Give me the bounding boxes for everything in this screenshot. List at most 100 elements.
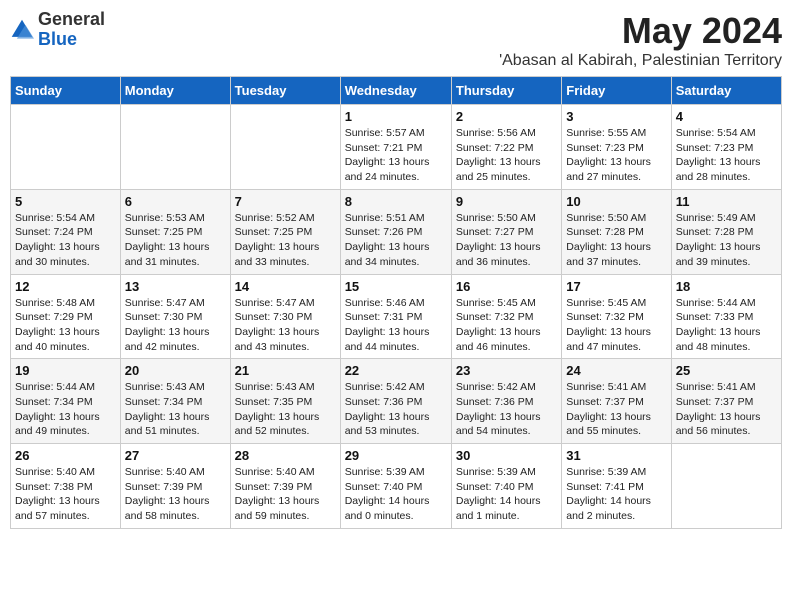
calendar-cell: 18 Sunrise: 5:44 AM Sunset: 7:33 PM Dayl… xyxy=(671,274,781,359)
day-info: Sunrise: 5:50 AM Sunset: 7:28 PM Dayligh… xyxy=(566,211,666,270)
calendar-cell: 10 Sunrise: 5:50 AM Sunset: 7:28 PM Dayl… xyxy=(562,189,671,274)
calendar-cell: 26 Sunrise: 5:40 AM Sunset: 7:38 PM Dayl… xyxy=(11,444,121,529)
day-info: Sunrise: 5:45 AM Sunset: 7:32 PM Dayligh… xyxy=(566,296,666,355)
day-info: Sunrise: 5:54 AM Sunset: 7:23 PM Dayligh… xyxy=(676,126,777,185)
day-info: Sunrise: 5:47 AM Sunset: 7:30 PM Dayligh… xyxy=(125,296,226,355)
day-number: 12 xyxy=(15,279,116,294)
day-info: Sunrise: 5:47 AM Sunset: 7:30 PM Dayligh… xyxy=(235,296,336,355)
day-number: 1 xyxy=(345,109,447,124)
day-info: Sunrise: 5:46 AM Sunset: 7:31 PM Dayligh… xyxy=(345,296,447,355)
calendar-cell: 24 Sunrise: 5:41 AM Sunset: 7:37 PM Dayl… xyxy=(562,359,671,444)
calendar-cell: 15 Sunrise: 5:46 AM Sunset: 7:31 PM Dayl… xyxy=(340,274,451,359)
day-number: 18 xyxy=(676,279,777,294)
calendar-cell: 28 Sunrise: 5:40 AM Sunset: 7:39 PM Dayl… xyxy=(230,444,340,529)
day-number: 30 xyxy=(456,448,557,463)
day-number: 11 xyxy=(676,194,777,209)
day-info: Sunrise: 5:41 AM Sunset: 7:37 PM Dayligh… xyxy=(676,380,777,439)
day-info: Sunrise: 5:40 AM Sunset: 7:39 PM Dayligh… xyxy=(125,465,226,524)
calendar-cell: 20 Sunrise: 5:43 AM Sunset: 7:34 PM Dayl… xyxy=(120,359,230,444)
week-row-3: 12 Sunrise: 5:48 AM Sunset: 7:29 PM Dayl… xyxy=(11,274,782,359)
day-number: 5 xyxy=(15,194,116,209)
week-row-4: 19 Sunrise: 5:44 AM Sunset: 7:34 PM Dayl… xyxy=(11,359,782,444)
day-info: Sunrise: 5:40 AM Sunset: 7:39 PM Dayligh… xyxy=(235,465,336,524)
weekday-header-sunday: Sunday xyxy=(11,77,121,105)
weekday-header-saturday: Saturday xyxy=(671,77,781,105)
day-info: Sunrise: 5:43 AM Sunset: 7:34 PM Dayligh… xyxy=(125,380,226,439)
day-number: 13 xyxy=(125,279,226,294)
day-number: 24 xyxy=(566,363,666,378)
day-number: 22 xyxy=(345,363,447,378)
week-row-1: 1 Sunrise: 5:57 AM Sunset: 7:21 PM Dayli… xyxy=(11,105,782,190)
day-info: Sunrise: 5:44 AM Sunset: 7:33 PM Dayligh… xyxy=(676,296,777,355)
calendar-cell: 19 Sunrise: 5:44 AM Sunset: 7:34 PM Dayl… xyxy=(11,359,121,444)
calendar-cell: 12 Sunrise: 5:48 AM Sunset: 7:29 PM Dayl… xyxy=(11,274,121,359)
day-number: 4 xyxy=(676,109,777,124)
calendar-cell: 21 Sunrise: 5:43 AM Sunset: 7:35 PM Dayl… xyxy=(230,359,340,444)
calendar-cell xyxy=(230,105,340,190)
logo-text: General Blue xyxy=(38,10,105,50)
day-info: Sunrise: 5:39 AM Sunset: 7:40 PM Dayligh… xyxy=(345,465,447,524)
day-info: Sunrise: 5:41 AM Sunset: 7:37 PM Dayligh… xyxy=(566,380,666,439)
day-number: 9 xyxy=(456,194,557,209)
calendar-cell: 14 Sunrise: 5:47 AM Sunset: 7:30 PM Dayl… xyxy=(230,274,340,359)
weekday-header-tuesday: Tuesday xyxy=(230,77,340,105)
day-number: 3 xyxy=(566,109,666,124)
weekday-header-wednesday: Wednesday xyxy=(340,77,451,105)
calendar-cell: 27 Sunrise: 5:40 AM Sunset: 7:39 PM Dayl… xyxy=(120,444,230,529)
title-block: May 2024 'Abasan al Kabirah, Palestinian… xyxy=(499,10,782,70)
calendar-table: SundayMondayTuesdayWednesdayThursdayFrid… xyxy=(10,76,782,529)
page-header: General Blue May 2024 'Abasan al Kabirah… xyxy=(10,10,782,70)
day-number: 28 xyxy=(235,448,336,463)
calendar-cell: 22 Sunrise: 5:42 AM Sunset: 7:36 PM Dayl… xyxy=(340,359,451,444)
day-number: 26 xyxy=(15,448,116,463)
day-info: Sunrise: 5:43 AM Sunset: 7:35 PM Dayligh… xyxy=(235,380,336,439)
day-info: Sunrise: 5:57 AM Sunset: 7:21 PM Dayligh… xyxy=(345,126,447,185)
day-number: 6 xyxy=(125,194,226,209)
weekday-header-thursday: Thursday xyxy=(451,77,561,105)
day-number: 8 xyxy=(345,194,447,209)
calendar-cell xyxy=(120,105,230,190)
calendar-cell: 3 Sunrise: 5:55 AM Sunset: 7:23 PM Dayli… xyxy=(562,105,671,190)
calendar-cell: 2 Sunrise: 5:56 AM Sunset: 7:22 PM Dayli… xyxy=(451,105,561,190)
calendar-cell: 29 Sunrise: 5:39 AM Sunset: 7:40 PM Dayl… xyxy=(340,444,451,529)
day-info: Sunrise: 5:51 AM Sunset: 7:26 PM Dayligh… xyxy=(345,211,447,270)
week-row-5: 26 Sunrise: 5:40 AM Sunset: 7:38 PM Dayl… xyxy=(11,444,782,529)
day-number: 29 xyxy=(345,448,447,463)
day-info: Sunrise: 5:45 AM Sunset: 7:32 PM Dayligh… xyxy=(456,296,557,355)
calendar-cell: 17 Sunrise: 5:45 AM Sunset: 7:32 PM Dayl… xyxy=(562,274,671,359)
calendar-cell xyxy=(11,105,121,190)
calendar-cell: 1 Sunrise: 5:57 AM Sunset: 7:21 PM Dayli… xyxy=(340,105,451,190)
day-info: Sunrise: 5:50 AM Sunset: 7:27 PM Dayligh… xyxy=(456,211,557,270)
calendar-cell: 30 Sunrise: 5:39 AM Sunset: 7:40 PM Dayl… xyxy=(451,444,561,529)
calendar-cell: 25 Sunrise: 5:41 AM Sunset: 7:37 PM Dayl… xyxy=(671,359,781,444)
day-number: 2 xyxy=(456,109,557,124)
day-info: Sunrise: 5:56 AM Sunset: 7:22 PM Dayligh… xyxy=(456,126,557,185)
day-number: 17 xyxy=(566,279,666,294)
day-number: 21 xyxy=(235,363,336,378)
calendar-cell: 23 Sunrise: 5:42 AM Sunset: 7:36 PM Dayl… xyxy=(451,359,561,444)
day-number: 31 xyxy=(566,448,666,463)
calendar-cell: 11 Sunrise: 5:49 AM Sunset: 7:28 PM Dayl… xyxy=(671,189,781,274)
day-number: 27 xyxy=(125,448,226,463)
day-info: Sunrise: 5:54 AM Sunset: 7:24 PM Dayligh… xyxy=(15,211,116,270)
calendar-cell: 16 Sunrise: 5:45 AM Sunset: 7:32 PM Dayl… xyxy=(451,274,561,359)
day-number: 14 xyxy=(235,279,336,294)
day-number: 23 xyxy=(456,363,557,378)
calendar-cell: 7 Sunrise: 5:52 AM Sunset: 7:25 PM Dayli… xyxy=(230,189,340,274)
day-number: 20 xyxy=(125,363,226,378)
day-info: Sunrise: 5:39 AM Sunset: 7:40 PM Dayligh… xyxy=(456,465,557,524)
weekday-header-row: SundayMondayTuesdayWednesdayThursdayFrid… xyxy=(11,77,782,105)
calendar-cell xyxy=(671,444,781,529)
day-number: 19 xyxy=(15,363,116,378)
calendar-cell: 31 Sunrise: 5:39 AM Sunset: 7:41 PM Dayl… xyxy=(562,444,671,529)
day-info: Sunrise: 5:49 AM Sunset: 7:28 PM Dayligh… xyxy=(676,211,777,270)
day-info: Sunrise: 5:53 AM Sunset: 7:25 PM Dayligh… xyxy=(125,211,226,270)
calendar-cell: 4 Sunrise: 5:54 AM Sunset: 7:23 PM Dayli… xyxy=(671,105,781,190)
day-info: Sunrise: 5:44 AM Sunset: 7:34 PM Dayligh… xyxy=(15,380,116,439)
weekday-header-friday: Friday xyxy=(562,77,671,105)
month-title: May 2024 xyxy=(499,10,782,52)
calendar-cell: 9 Sunrise: 5:50 AM Sunset: 7:27 PM Dayli… xyxy=(451,189,561,274)
day-info: Sunrise: 5:42 AM Sunset: 7:36 PM Dayligh… xyxy=(456,380,557,439)
day-number: 15 xyxy=(345,279,447,294)
week-row-2: 5 Sunrise: 5:54 AM Sunset: 7:24 PM Dayli… xyxy=(11,189,782,274)
